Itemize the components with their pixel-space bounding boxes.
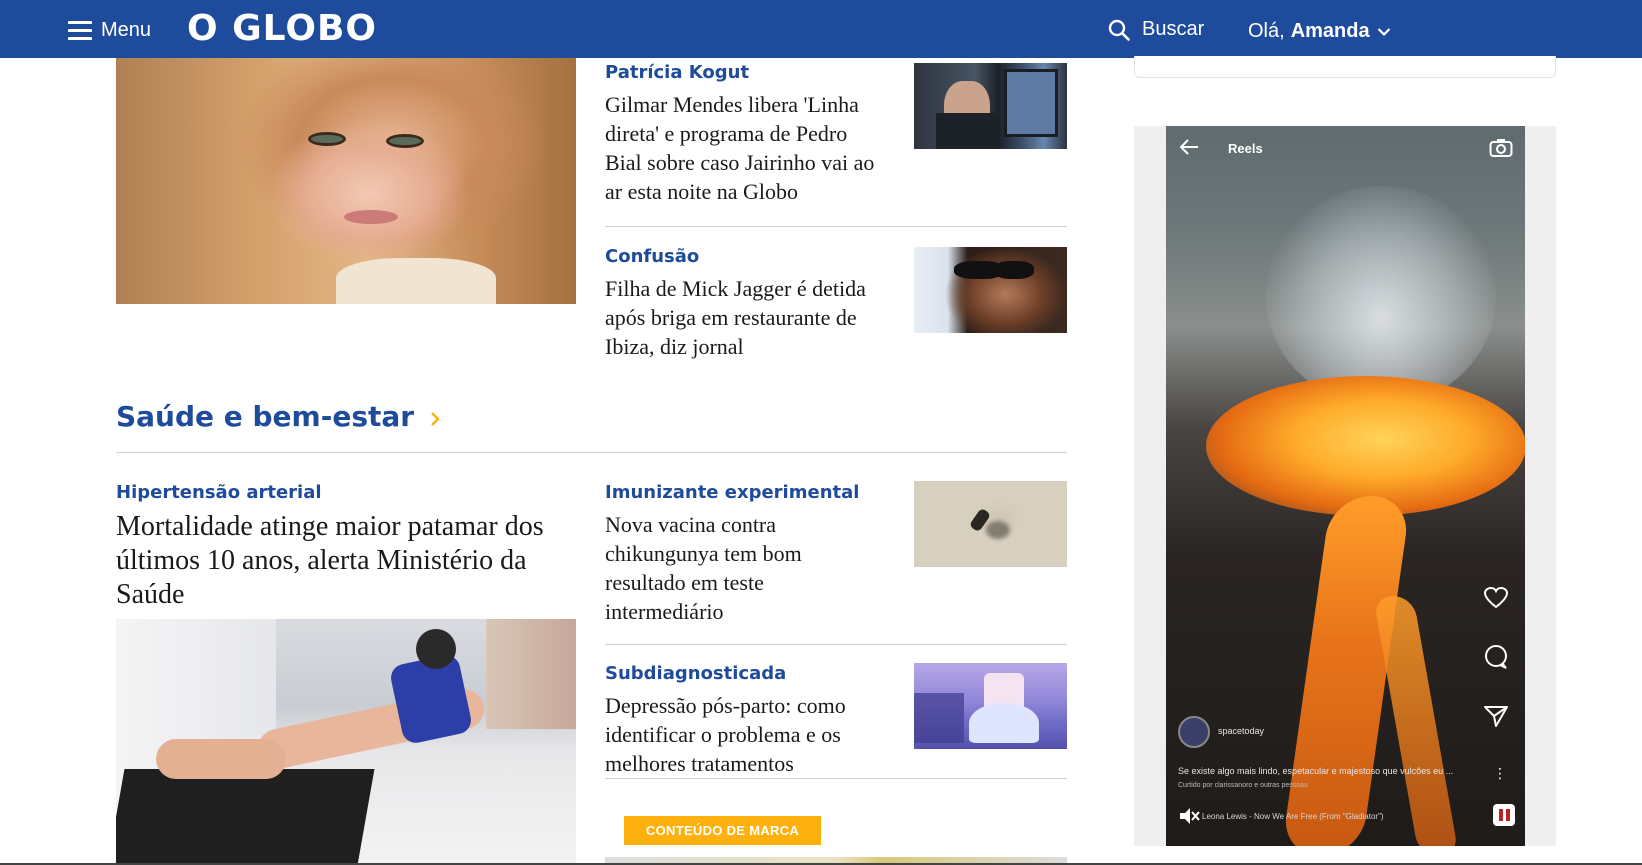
article-headline: Depressão pós-parto: como identificar o … xyxy=(605,693,846,776)
divider xyxy=(605,644,1067,645)
avatar[interactable] xyxy=(1178,716,1210,748)
article-card[interactable]: Subdiagnosticada Depressão pós-parto: co… xyxy=(605,663,877,778)
article-card[interactable]: Patrícia Kogut Gilmar Mendes libera 'Lin… xyxy=(605,62,877,206)
pause-button[interactable] xyxy=(1493,804,1515,826)
lead-article-image[interactable] xyxy=(116,619,576,865)
site-logo[interactable]: O GLOBO xyxy=(187,8,377,49)
divider xyxy=(605,778,1067,779)
menu-button[interactable]: Menu xyxy=(68,16,151,44)
back-arrow-icon[interactable] xyxy=(1178,138,1200,156)
section-divider xyxy=(116,452,1067,453)
hero-image[interactable] xyxy=(116,58,576,304)
camera-icon[interactable] xyxy=(1489,138,1513,158)
user-greeting: Olá, xyxy=(1248,20,1285,42)
video-title: Reels xyxy=(1228,141,1263,156)
reels-video[interactable]: Reels spacetoday Se existe algo mais lin… xyxy=(1166,126,1525,846)
article-card[interactable]: Confusão Filha de Mick Jagger é detida a… xyxy=(605,246,877,361)
lead-article-card[interactable]: Hipertensão arterial Mortalidade atinge … xyxy=(116,482,576,612)
menu-label: Menu xyxy=(101,18,152,41)
more-options-icon[interactable]: ⋮ xyxy=(1493,766,1507,780)
site-header: Menu O GLOBO Buscar Olá, Amanda xyxy=(0,0,1642,58)
video-subcaption: Curtido por clarissanoro e outras pessoa… xyxy=(1178,782,1308,789)
chevron-right-icon xyxy=(431,411,440,426)
user-name: Amanda xyxy=(1290,20,1370,42)
muted-speaker-icon[interactable] xyxy=(1178,806,1200,826)
branded-content-badge: CONTEÚDO DE MARCA xyxy=(624,816,821,845)
article-thumbnail[interactable] xyxy=(914,247,1067,333)
article-kicker: Imunizante experimental xyxy=(605,482,860,503)
user-menu[interactable]: Olá, Amanda xyxy=(1248,20,1391,43)
video-username[interactable]: spacetoday xyxy=(1218,726,1264,736)
search-icon xyxy=(1108,19,1130,41)
search-label: Buscar xyxy=(1142,18,1205,40)
article-headline: Mortalidade atinge maior patamar dos últ… xyxy=(116,511,544,610)
article-kicker: Hipertensão arterial xyxy=(116,482,322,503)
video-song: Leona Lewis - Now We Are Free (From "Gla… xyxy=(1202,812,1384,821)
sidebar-card xyxy=(1134,56,1556,78)
article-card[interactable]: Imunizante experimental Nova vacina cont… xyxy=(605,482,877,626)
divider xyxy=(605,226,1067,227)
article-headline: Nova vacina contra chikungunya tem bom r… xyxy=(605,512,802,624)
article-headline: Filha de Mick Jagger é detida após briga… xyxy=(605,276,866,359)
article-thumbnail[interactable] xyxy=(914,663,1067,749)
heart-icon[interactable] xyxy=(1483,586,1509,610)
search-button[interactable]: Buscar xyxy=(1108,18,1204,41)
article-thumbnail[interactable] xyxy=(914,481,1067,567)
section-title: Saúde e bem-estar xyxy=(116,400,415,433)
article-kicker: Confusão xyxy=(605,246,700,267)
article-thumbnail[interactable] xyxy=(914,63,1067,149)
chevron-down-icon xyxy=(1377,27,1390,36)
section-title-link[interactable]: Saúde e bem-estar xyxy=(116,400,440,433)
hamburger-icon xyxy=(68,20,92,40)
article-kicker: Patrícia Kogut xyxy=(605,62,750,83)
article-kicker: Subdiagnosticada xyxy=(605,663,787,684)
article-headline: Gilmar Mendes libera 'Linha direta' e pr… xyxy=(605,92,875,204)
video-actions xyxy=(1483,586,1513,762)
comment-icon[interactable] xyxy=(1483,644,1509,670)
share-icon[interactable] xyxy=(1483,704,1509,728)
video-caption: Se existe algo mais lindo, espetacular e… xyxy=(1178,766,1454,776)
